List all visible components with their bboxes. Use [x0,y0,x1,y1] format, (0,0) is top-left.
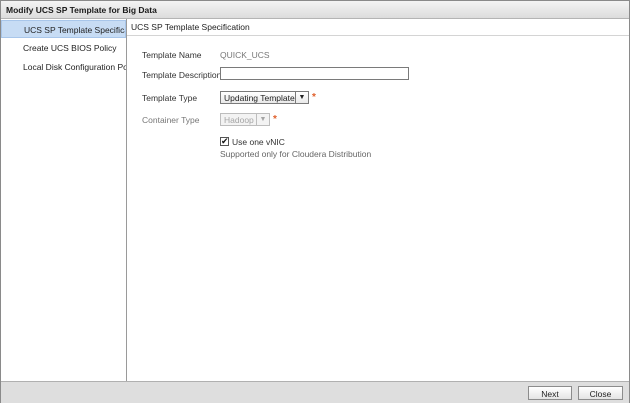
chevron-down-icon[interactable]: ▼ [256,114,269,125]
nav-item-local-disk-config[interactable]: Local Disk Configuration Policy [1,58,126,76]
container-type-label: Container Type [142,115,200,125]
container-type-selected: Hadoop [224,115,254,125]
next-button[interactable]: Next [528,386,572,400]
close-button[interactable]: Close [578,386,623,400]
required-marker: * [273,114,277,125]
modify-template-dialog: Modify UCS SP Template for Big Data UCS … [0,0,630,403]
section-title: UCS SP Template Specification [127,19,629,36]
template-description-label: Template Description [142,70,222,80]
nav-item-create-bios-policy[interactable]: Create UCS BIOS Policy [1,39,126,57]
template-type-select[interactable]: Updating Template ▼ [220,91,309,104]
template-description-input[interactable] [220,67,409,80]
dialog-title: Modify UCS SP Template for Big Data [6,5,157,15]
use-one-vnic-checkbox[interactable]: ✔ [220,137,229,146]
cloudera-note: Supported only for Cloudera Distribution [220,149,372,159]
template-type-label: Template Type [142,93,198,103]
main-panel: UCS SP Template Specification Template N… [127,19,629,381]
dialog-footer: Next Close [1,381,629,403]
nav-item-ucs-sp-template-spec[interactable]: UCS SP Template Specification [1,20,126,38]
template-name-label: Template Name [142,50,202,60]
template-name-value: QUICK_UCS [220,50,270,60]
checkmark-icon: ✔ [221,136,229,146]
title-bar: Modify UCS SP Template for Big Data [1,1,629,19]
required-marker: * [312,92,316,103]
wizard-nav: UCS SP Template Specification Create UCS… [1,19,127,381]
chevron-down-icon[interactable]: ▼ [295,92,308,103]
use-one-vnic-label[interactable]: Use one vNIC [232,137,285,147]
container-type-select[interactable]: Hadoop ▼ [220,113,270,126]
template-type-selected: Updating Template [224,93,295,103]
